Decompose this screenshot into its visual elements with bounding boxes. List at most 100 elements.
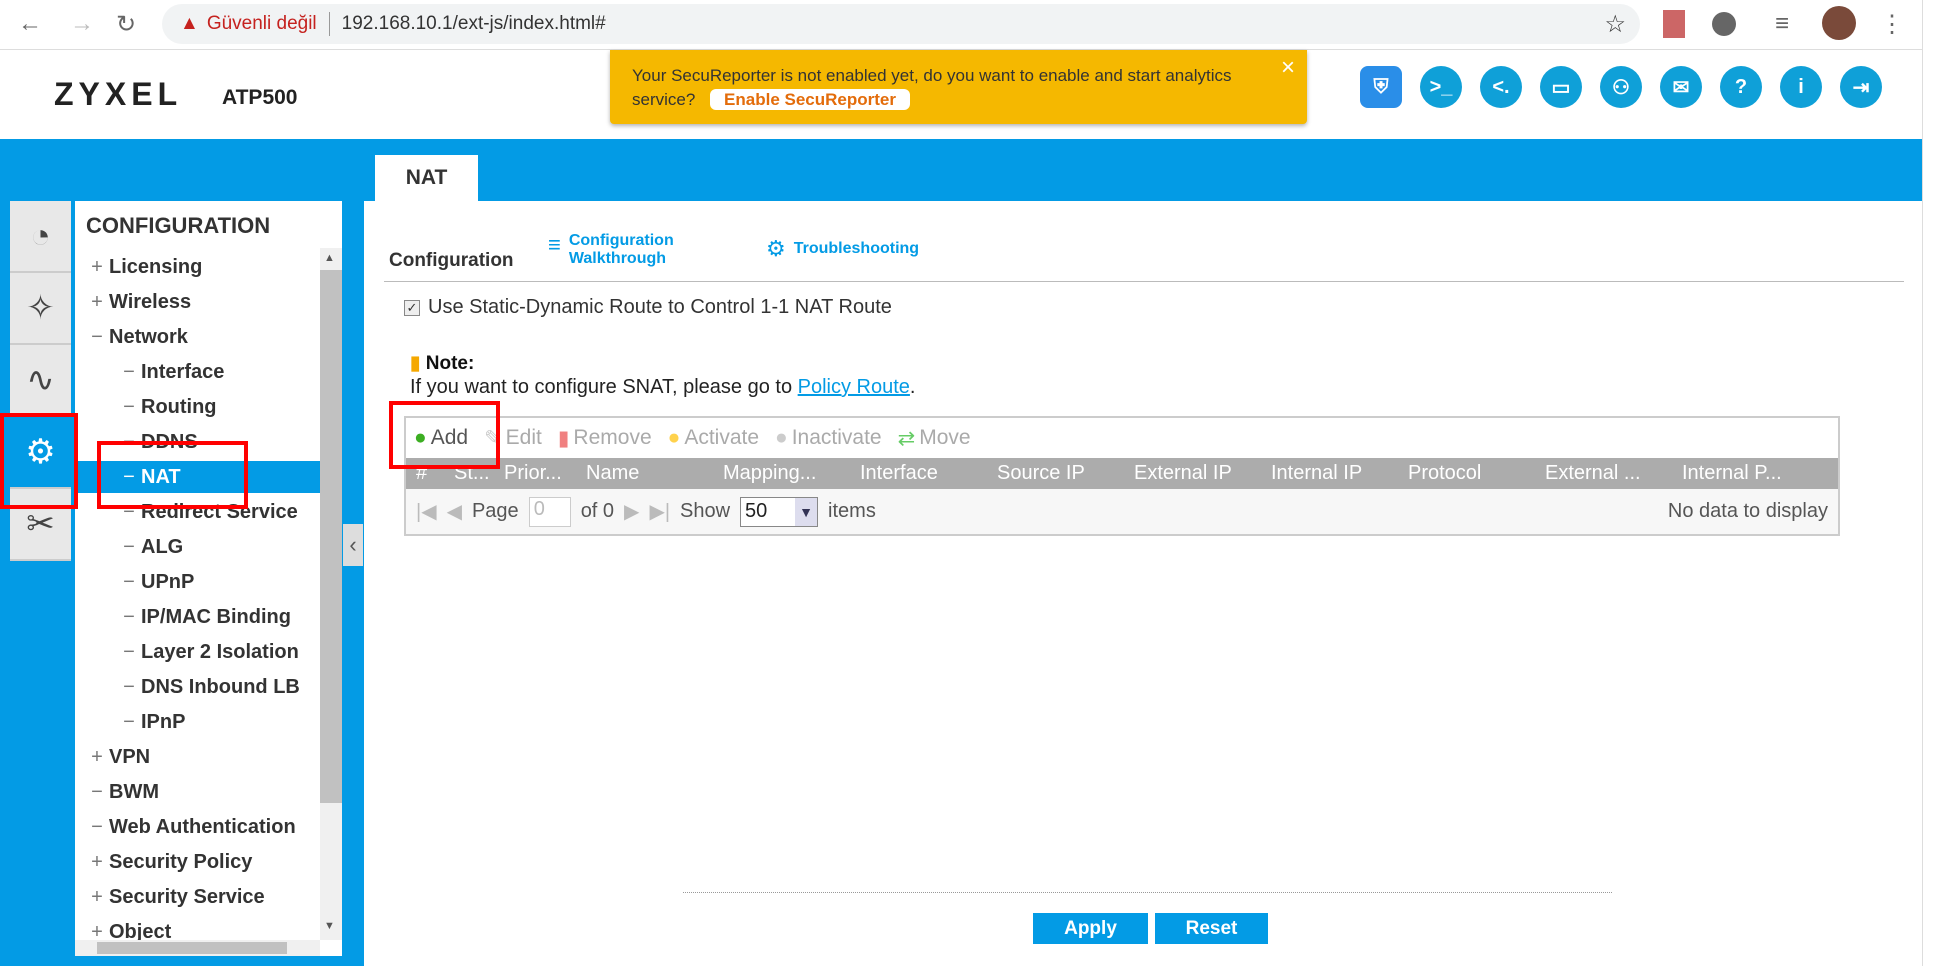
column-header-row: # St... Prior... Name Mapping... Interface Sou… [406,458,1838,489]
column-header[interactable]: Prior... [494,462,576,485]
sidebar-item-dns-inbound-lb[interactable]: − DNS Inbound LB [75,671,320,703]
sidebar-item-ip-mac-binding[interactable]: − IP/MAC Binding [75,601,320,633]
column-header[interactable]: Protocol [1398,462,1535,485]
column-header[interactable]: Interface [850,462,987,485]
divider [384,281,1904,282]
divider [683,892,1612,893]
sidebar-item-security-policy[interactable]: + Security Policy [75,846,320,878]
sitemap-icon[interactable]: ⚇ [1600,66,1642,108]
configuration-walkthrough-link[interactable]: ≡ Configuration Walkthrough [548,232,719,268]
note-heading: ▮ Note: [410,352,474,375]
remove-icon: ▮ [557,426,570,450]
forward-icon[interactable]: → [70,10,94,38]
enable-securereporter-button[interactable]: Enable SecuReporter [710,89,910,110]
shield-icon[interactable]: ⛨ [1360,66,1402,108]
chat-icon[interactable]: ✉ [1660,66,1702,108]
sidebar-item-wireless[interactable]: + Wireless [75,286,320,318]
column-header[interactable]: Internal P... [1672,462,1807,485]
close-icon[interactable]: × [1281,56,1295,80]
prev-page-icon[interactable]: ◀ [447,499,462,524]
column-header[interactable]: External IP [1124,462,1261,485]
empty-message: No data to display [1667,500,1828,522]
page-size-select[interactable]: 50 ▼ [740,496,819,527]
tree-line-icon: − [123,535,135,558]
reload-icon[interactable]: ↻ [116,10,136,39]
windows-icon[interactable]: ▭ [1540,66,1582,108]
static-dynamic-route-option: ✓ Use Static-Dynamic Route to Control 1-… [404,296,892,319]
sidebar-item-network[interactable]: − Network [75,321,320,353]
dashboard-icon[interactable]: ◔ [10,201,71,273]
sidebar-item-web-authentication[interactable]: − Web Authentication [75,811,320,843]
sidebar-item-bwm[interactable]: − BWM [75,776,320,808]
sidebar-item-label: ALG [141,535,184,558]
help-icon[interactable]: ? [1720,66,1762,108]
wizard-icon[interactable]: ✧ [10,273,71,345]
media-icon[interactable]: ≡ [1775,10,1789,38]
chevron-down-icon: ▼ [795,497,818,526]
paging-toolbar: |◀ ◀ Page 0 of 0 ▶ ▶| Show 50 ▼ items No … [406,489,1838,534]
scroll-up-icon[interactable]: ▲ [324,252,335,264]
sidebar-item-security-service[interactable]: + Security Service [75,881,320,913]
move-button[interactable]: ⇄ Move [898,426,971,451]
expand-icon: + [91,745,103,768]
section-title: Configuration [389,250,514,271]
tab-nat[interactable]: NAT [375,155,478,201]
sidebar-item-vpn[interactable]: + VPN [75,741,320,773]
sidebar-item-layer-2-isolation[interactable]: − Layer 2 Isolation [75,636,320,668]
column-header[interactable]: Source IP [987,462,1124,485]
sidebar-scroll-thumb[interactable] [320,270,342,803]
info-icon[interactable]: i [1780,66,1822,108]
inactivate-icon: ● [775,426,788,449]
button-label: Remove [573,426,652,449]
first-page-icon[interactable]: |◀ [416,499,437,524]
sidebar-item-label: IPnP [141,710,186,733]
sidebar-item-label: Security Policy [109,850,253,873]
page-size-value: 50 [745,500,768,522]
sidebar-item-licensing[interactable]: + Licensing [75,251,320,283]
policy-route-link[interactable]: Policy Route [798,376,910,398]
sidebar-item-routing[interactable]: − Routing [75,391,320,423]
cli-icon[interactable]: <. [1480,66,1522,108]
sidebar-item-alg[interactable]: − ALG [75,531,320,563]
page-input[interactable]: 0 [528,496,571,527]
scroll-down-icon[interactable]: ▼ [324,920,335,932]
troubleshooting-link[interactable]: ⚙ Troubleshooting [766,238,919,260]
expand-icon: + [91,255,103,278]
column-header[interactable]: Internal IP [1261,462,1398,485]
activate-button[interactable]: ● Activate [668,426,759,450]
note-text: If you want to configure SNAT, please go… [410,376,915,399]
configuration-sidebar: CONFIGURATION + Licensing + Wireless − Networ… [75,201,342,956]
column-header[interactable]: External ... [1535,462,1672,485]
last-page-icon[interactable]: ▶| [649,499,670,524]
sidebar-item-upnp[interactable]: − UPnP [75,566,320,598]
monitor-icon[interactable]: ∿ [10,345,71,417]
column-header[interactable]: Mapping... [713,462,850,485]
inactivate-button[interactable]: ● Inactivate [775,426,882,450]
device-model: ATP500 [222,86,298,109]
sidebar-item-label: IP/MAC Binding [141,605,291,628]
apply-button[interactable]: Apply [1033,913,1148,944]
column-header[interactable]: Name [576,462,713,485]
sidebar-item-interface[interactable]: − Interface [75,356,320,388]
grid-toolbar: ● Add ✎ Edit ▮ Remove ● Activate ● Inactivate ⇄ Mov… [406,418,1838,458]
sidebar-title: CONFIGURATION [86,213,271,238]
collapse-sidebar-button[interactable]: ‹ [343,524,363,566]
sidebar-hscroll-thumb[interactable] [97,942,287,954]
star-icon[interactable]: ☆ [1604,10,1626,39]
pdf-extension-icon[interactable] [1663,10,1685,38]
back-icon[interactable]: ← [18,10,42,38]
console-icon[interactable]: >_ [1420,66,1462,108]
expand-icon: + [91,850,103,873]
activate-icon: ● [667,426,681,449]
extension-icon[interactable] [1712,12,1736,36]
sidebar-item-label: Layer 2 Isolation [141,640,299,663]
address-bar[interactable]: ▲ Güvenli değil 192.168.10.1/ext-js/inde… [162,4,1640,44]
remove-button[interactable]: ▮ Remove [558,426,652,451]
next-page-icon[interactable]: ▶ [624,499,639,524]
sidebar-item-ipnp[interactable]: − IPnP [75,706,320,738]
reset-button[interactable]: Reset [1155,913,1268,944]
logout-icon[interactable]: ⇥ [1840,66,1882,108]
static-dynamic-route-checkbox[interactable]: ✓ [404,299,420,316]
menu-icon[interactable]: ⋮ [1880,10,1904,39]
avatar[interactable] [1822,6,1856,40]
